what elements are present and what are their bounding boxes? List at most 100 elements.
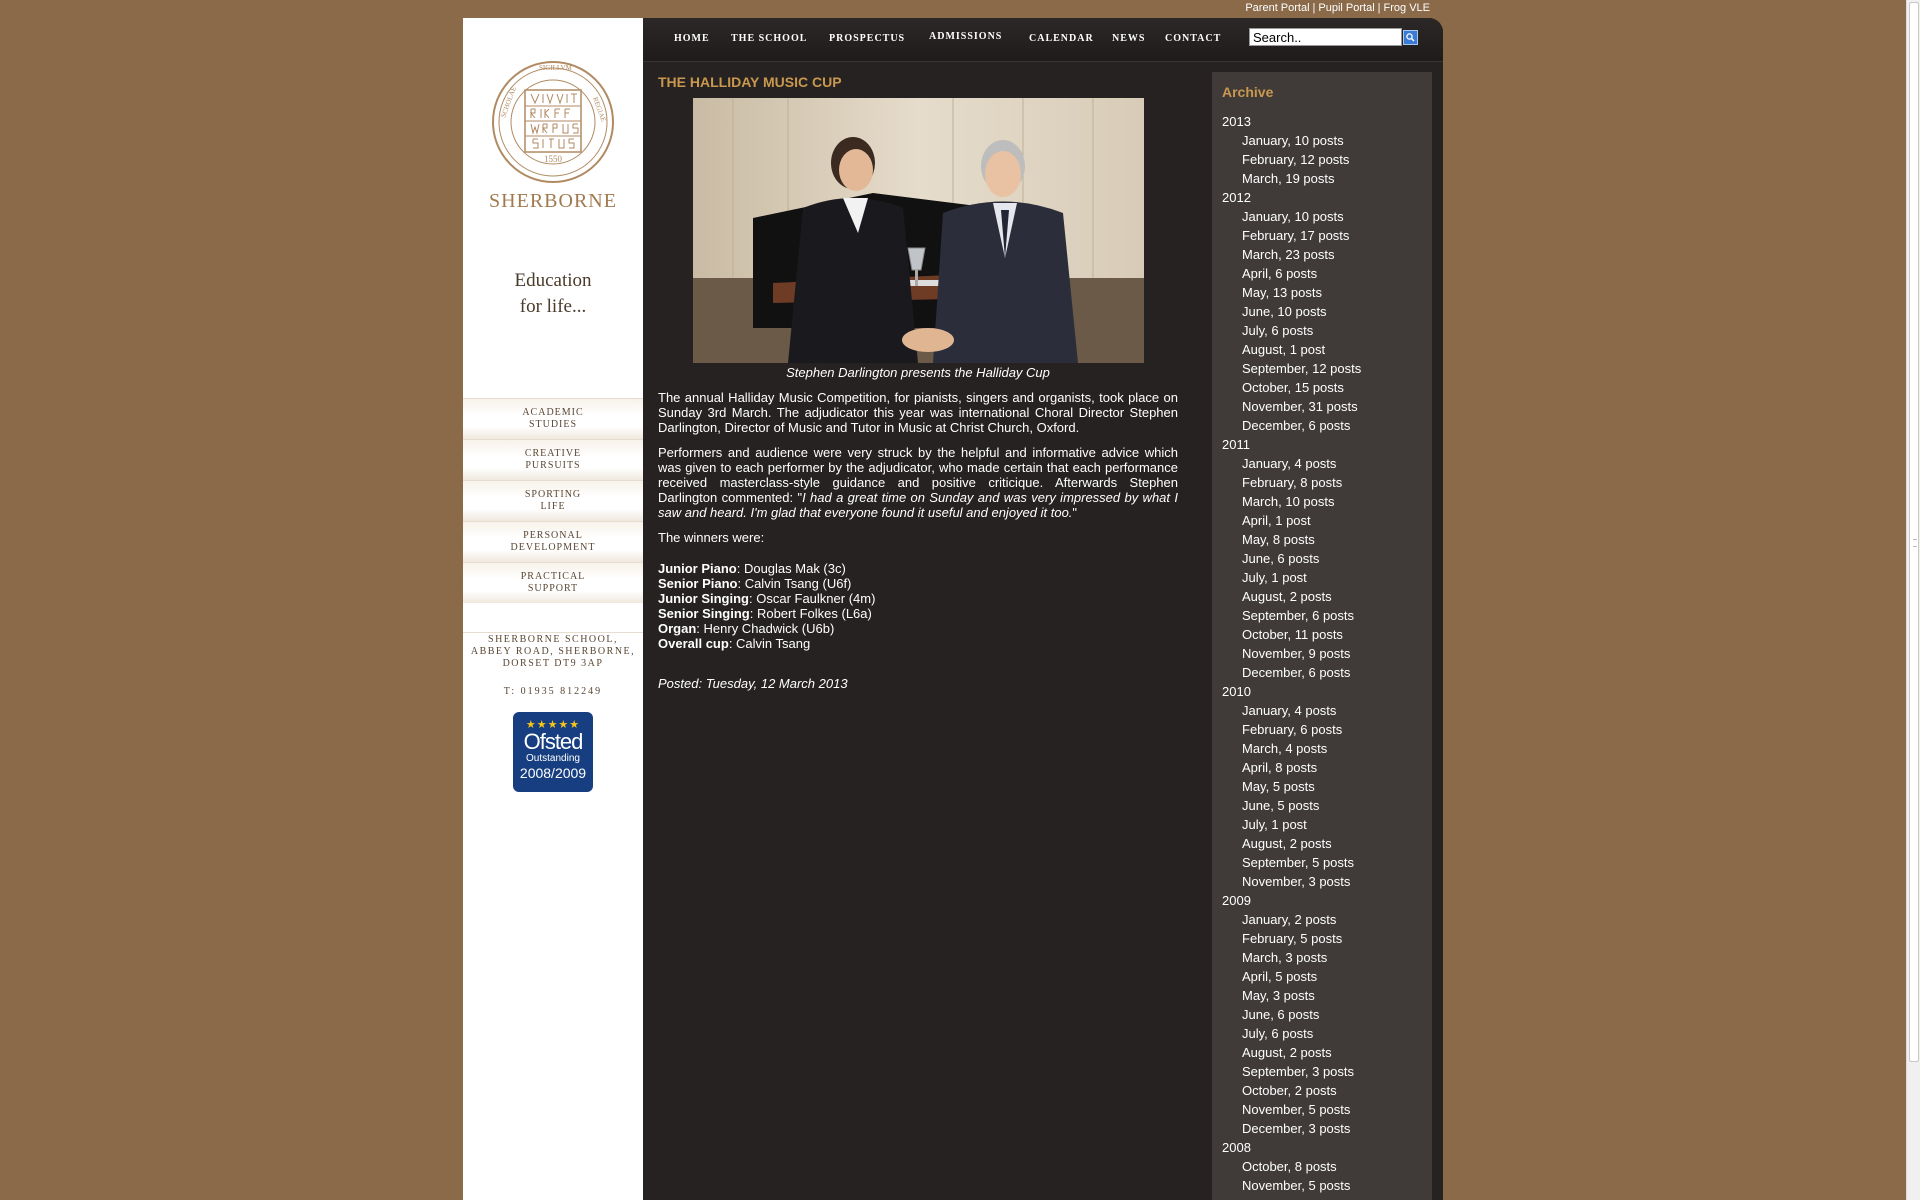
archive-month-link[interactable]: August, 2 posts [1222,587,1422,606]
search-input[interactable] [1249,28,1402,46]
archive-month-link[interactable]: March, 23 posts [1222,245,1422,264]
nav-calendar[interactable]: CALENDAR [1029,33,1094,44]
ofsted-badge[interactable]: ★★★★★ Ofsted Outstanding 2008/2009 [513,712,593,792]
archive-month-link[interactable]: May, 13 posts [1222,283,1422,302]
school-seal-logo[interactable]: SIGILLVM SCHOLAE REGIAE 1550 [489,58,617,190]
nav-news[interactable]: NEWS [1112,33,1145,44]
search-button[interactable] [1403,30,1418,45]
archive-month-link[interactable]: December, 3 posts [1222,1119,1422,1138]
frog-vle-link[interactable]: Frog VLE [1384,2,1430,14]
archive-month-link[interactable]: May, 3 posts [1222,986,1422,1005]
archive-month-link[interactable]: October, 2 posts [1222,1081,1422,1100]
search-icon [1406,33,1415,42]
side-menu-creative-pursuits[interactable]: CREATIVE PURSUITS [463,439,643,480]
archive-month-link[interactable]: December, 6 posts [1222,663,1422,682]
archive-month-link[interactable]: June, 5 posts [1222,796,1422,815]
archive-month-link[interactable]: April, 8 posts [1222,758,1422,777]
side-menu-label: LIFE [540,501,566,512]
archive-month-link[interactable]: November, 3 posts [1222,872,1422,891]
archive-month-link[interactable]: November, 5 posts [1222,1176,1422,1195]
archive-month-link[interactable]: January, 10 posts [1222,131,1422,150]
archive-month-link[interactable]: July, 1 post [1222,815,1422,834]
archive-month-link[interactable]: October, 8 posts [1222,1157,1422,1176]
archive-month-link[interactable]: April, 1 post [1222,511,1422,530]
side-menu-practical-support[interactable]: PRACTICAL SUPPORT [463,562,643,603]
archive-month-link[interactable]: March, 19 posts [1222,169,1422,188]
winner-name: : Calvin Tsang (U6f) [737,576,852,591]
archive-year-2013[interactable]: 2013 [1222,112,1422,131]
archive-month-link[interactable]: August, 1 post [1222,340,1422,359]
nav-contact[interactable]: CONTACT [1165,33,1221,44]
archive-month-link[interactable]: January, 2 posts [1222,910,1422,929]
archive-year-2010[interactable]: 2010 [1222,682,1422,701]
archive-month-link[interactable]: August, 2 posts [1222,1043,1422,1062]
archive-month-link[interactable]: June, 6 posts [1222,549,1422,568]
tagline-line2: for life... [519,296,587,317]
svg-text:1550: 1550 [544,154,563,164]
archive-month-link[interactable]: September, 5 posts [1222,853,1422,872]
archive-year-2012[interactable]: 2012 [1222,188,1422,207]
nav-the-school[interactable]: THE SCHOOL [731,33,807,44]
side-menu-personal-development[interactable]: PERSONAL DEVELOPMENT [463,521,643,562]
article: THE HALLIDAY MUSIC CUP Stephen Darlingto… [658,74,1178,691]
archive-month-link[interactable]: May, 8 posts [1222,530,1422,549]
portal-links: Parent Portal | Pupil Portal | Frog VLE [1245,2,1430,14]
archive-month-link[interactable]: May, 5 posts [1222,777,1422,796]
winners-list: Junior Piano: Douglas Mak (3c) Senior Pi… [658,561,1178,651]
winner-category: Senior Piano [658,576,738,591]
archive-month-link[interactable]: January, 4 posts [1222,701,1422,720]
archive-month-link[interactable]: October, 15 posts [1222,378,1422,397]
parent-portal-link[interactable]: Parent Portal [1245,2,1309,14]
archive-month-link[interactable]: September, 3 posts [1222,1062,1422,1081]
archive-month-link[interactable]: January, 4 posts [1222,454,1422,473]
nav-prospectus[interactable]: PROSPECTUS [829,33,905,44]
archive-month-link[interactable]: June, 6 posts [1222,1005,1422,1024]
archive-month-link[interactable]: February, 12 posts [1222,150,1422,169]
side-menu-label: PURSUITS [525,460,581,471]
pupil-portal-link[interactable]: Pupil Portal [1318,2,1374,14]
page-scrollbar[interactable] [1906,0,1920,1200]
archive-month-link[interactable]: March, 3 posts [1222,948,1422,967]
winner-row: Junior Singing: Oscar Faulkner (4m) [658,591,1178,606]
archive-month-link[interactable]: January, 10 posts [1222,207,1422,226]
archive-month-link[interactable]: July, 1 post [1222,568,1422,587]
archive-month-link[interactable]: November, 5 posts [1222,1100,1422,1119]
winner-row: Senior Singing: Robert Folkes (L6a) [658,606,1178,621]
archive-month-link[interactable]: February, 5 posts [1222,929,1422,948]
archive-month-link[interactable]: December, 6 posts [1222,416,1422,435]
posted-date: Posted: Tuesday, 12 March 2013 [658,676,848,691]
archive-month-link[interactable]: April, 6 posts [1222,264,1422,283]
archive-year-2009[interactable]: 2009 [1222,891,1422,910]
side-menu-label: CREATIVE [524,448,582,459]
archive-month-link[interactable]: February, 17 posts [1222,226,1422,245]
winner-category: Overall cup [658,636,729,651]
archive-month-link[interactable]: February, 6 posts [1222,720,1422,739]
article-photo [692,98,1144,363]
side-menu-label: SUPPORT [527,583,579,594]
side-menu-sporting-life[interactable]: SPORTING LIFE [463,480,643,521]
archive-month-link[interactable]: July, 6 posts [1222,321,1422,340]
nav-home[interactable]: HOME [674,33,710,44]
archive-month-link[interactable]: November, 31 posts [1222,397,1422,416]
archive-year-2008[interactable]: 2008 [1222,1138,1422,1157]
archive-month-link[interactable]: September, 6 posts [1222,606,1422,625]
nav-admissions[interactable]: ADMISSIONS [929,31,1002,42]
archive-sidebar: Archive 2013 January, 10 posts February, 1… [1212,72,1432,1200]
side-menu-academic-studies[interactable]: ACADEMIC STUDIES [463,398,643,439]
archive-month-link[interactable]: April, 5 posts [1222,967,1422,986]
scrollbar-thumb[interactable] [1909,2,1919,1062]
archive-month-link[interactable]: March, 4 posts [1222,739,1422,758]
svg-text:SIGILLVM: SIGILLVM [539,64,573,72]
archive-month-link[interactable]: November, 9 posts [1222,644,1422,663]
archive-month-link[interactable]: October, 11 posts [1222,625,1422,644]
archive-month-link[interactable]: March, 10 posts [1222,492,1422,511]
archive-month-link[interactable]: June, 10 posts [1222,302,1422,321]
archive-month-link[interactable]: September, 12 posts [1222,359,1422,378]
archive-year-2011[interactable]: 2011 [1222,435,1422,454]
side-menu-label: ACADEMIC [522,407,584,418]
winner-name: : Oscar Faulkner (4m) [749,591,876,606]
archive-month-link[interactable]: February, 8 posts [1222,473,1422,492]
archive-month-link[interactable]: August, 2 posts [1222,834,1422,853]
archive-month-link[interactable]: July, 6 posts [1222,1024,1422,1043]
side-menu: ACADEMIC STUDIES CREATIVE PURSUITS SPORTIN… [463,398,643,603]
